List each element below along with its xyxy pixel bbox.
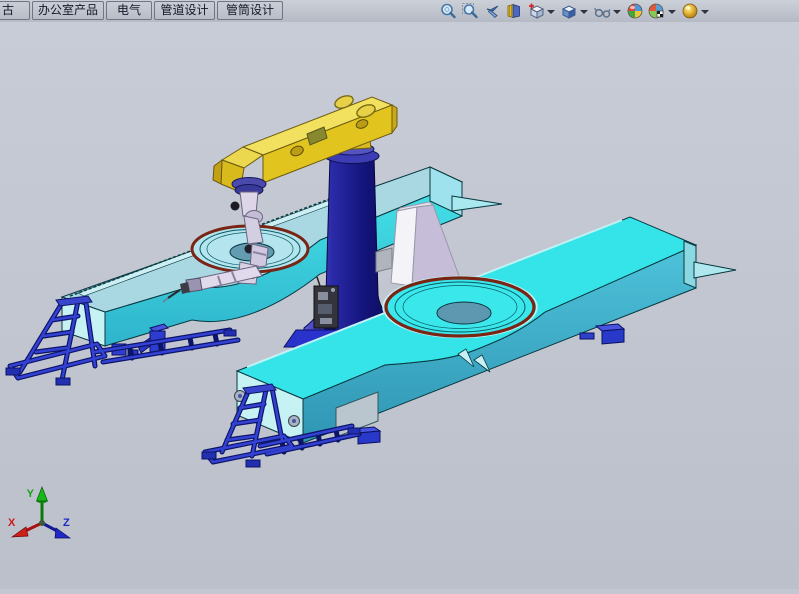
tab-tubing-design[interactable]: 管筒设计 <box>217 1 283 20</box>
tab-office-products[interactable]: 办公室产品 <box>32 1 104 20</box>
view-settings-dropdown[interactable] <box>701 10 709 14</box>
view-orientation-dropdown[interactable] <box>547 10 555 14</box>
hide-show-items-icon[interactable] <box>592 1 612 21</box>
hide-show-items-dropdown[interactable] <box>613 10 621 14</box>
previous-view-icon[interactable] <box>482 1 502 21</box>
tab-label: 管道设计 <box>160 3 208 17</box>
z-axis-label: Z <box>63 517 70 529</box>
command-toolbar: 古 办公室产品 电气 管道设计 管筒设计 <box>0 0 799 23</box>
tab-label: 古 <box>2 3 14 17</box>
display-style-dropdown[interactable] <box>580 10 588 14</box>
tab-partial[interactable]: 古 <box>0 1 30 20</box>
tab-piping-design[interactable]: 管道设计 <box>154 1 215 20</box>
apply-scene-dropdown[interactable] <box>668 10 676 14</box>
zoom-to-area-icon[interactable] <box>460 1 480 21</box>
view-toolbar <box>437 1 712 21</box>
tab-label: 管筒设计 <box>226 3 274 17</box>
gray-step-block[interactable] <box>376 248 392 272</box>
apply-scene-icon[interactable] <box>647 1 667 21</box>
view-settings-icon[interactable] <box>680 1 700 21</box>
section-view-icon[interactable] <box>504 1 524 21</box>
3d-scene: Y X Z <box>0 22 799 589</box>
rotary-ring-right[interactable] <box>383 277 537 338</box>
x-axis-label: X <box>8 517 16 529</box>
tab-label: 办公室产品 <box>38 3 98 17</box>
zoom-to-fit-icon[interactable] <box>438 1 458 21</box>
view-orientation-icon[interactable] <box>526 1 546 21</box>
display-style-icon[interactable] <box>559 1 579 21</box>
tab-label: 电气 <box>117 3 141 17</box>
y-axis-label: Y <box>27 488 35 500</box>
tab-electrical[interactable]: 电气 <box>106 1 152 20</box>
cad-application-window: 古 办公室产品 电气 管道设计 管筒设计 <box>0 0 799 589</box>
edit-appearance-icon[interactable] <box>625 1 645 21</box>
graphics-area[interactable]: Y X Z <box>0 22 799 589</box>
